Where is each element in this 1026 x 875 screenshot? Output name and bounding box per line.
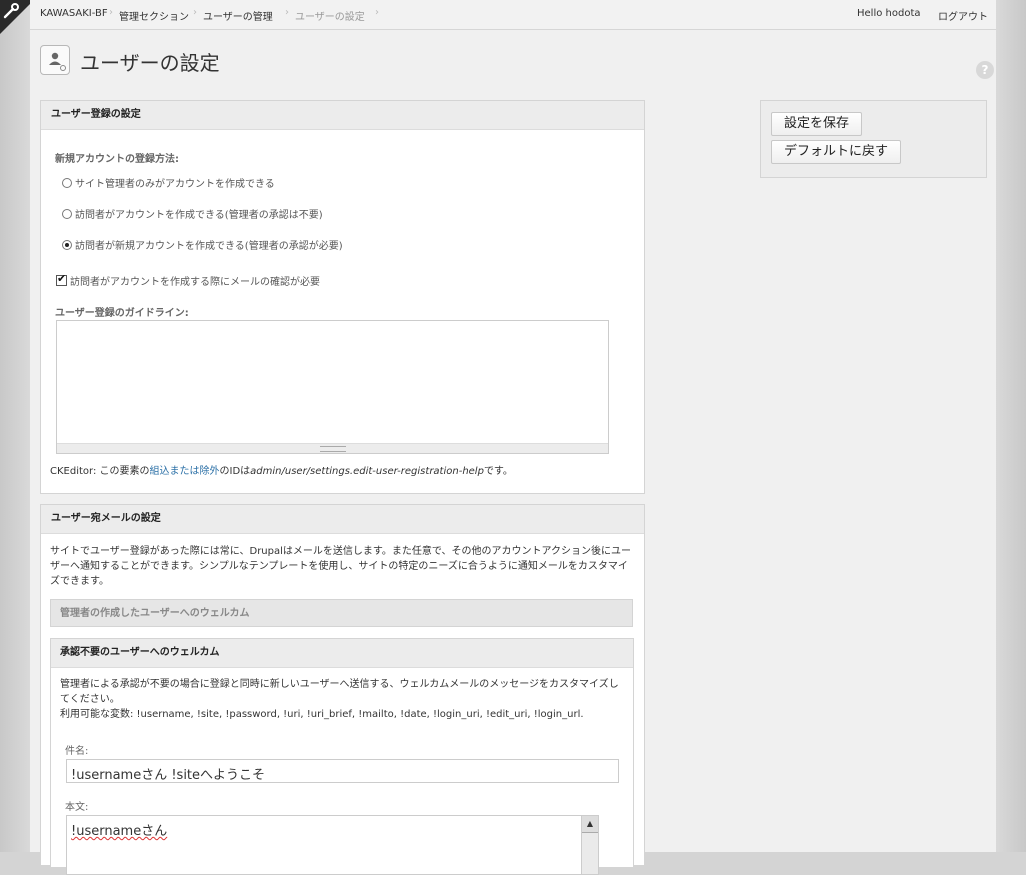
email-settings-panel: ユーザー宛メールの設定 サイトでユーザー登録があった際には常に、Drupalはメ…	[40, 504, 645, 875]
actions-box: 設定を保存 デフォルトに戻す	[760, 100, 987, 178]
email-settings-heading: ユーザー宛メールの設定	[41, 505, 644, 534]
ckeditor-note: CKEditor: この要素の組込または除外のIDはadmin/user/set…	[50, 466, 513, 477]
wrench-icon[interactable]	[2, 2, 22, 22]
breadcrumb-current: ユーザーの設定	[295, 12, 365, 23]
help-icon[interactable]: ?	[976, 61, 994, 79]
radio-button[interactable]	[62, 208, 72, 219]
email-settings-description: サイトでユーザー登録があった際には常に、Drupalはメールを送信します。また任…	[50, 546, 632, 587]
registration-method-label: 新規アカウントの登録方法:	[55, 154, 179, 165]
logout-link[interactable]: ログアウト	[938, 8, 988, 23]
registration-settings-panel: ユーザー登録の設定 新規アカウントの登録方法: サイト管理者のみがアカウントを作…	[40, 100, 645, 494]
email-verification-checkbox-row[interactable]: ✔ 訪問者がアカウントを作成する際にメールの確認が必要	[56, 272, 320, 288]
registration-option-no-approval[interactable]: 訪問者がアカウントを作成できる(管理者の承認は不要)	[62, 206, 323, 221]
breadcrumb-separator: ›	[285, 7, 289, 18]
no-approval-welcome-fieldset: 承認不要のユーザーへのウェルカム 管理者による承認が不要の場合に登録と同時に新し…	[50, 638, 634, 875]
page-title: ユーザーの設定	[80, 51, 220, 75]
body-label: 本文:	[65, 802, 89, 813]
ckeditor-toggle-link[interactable]: 組込または除外	[150, 466, 220, 477]
body-scrollbar[interactable]: ▲	[581, 816, 598, 874]
breadcrumb-admin-link[interactable]: 管理セクション	[119, 8, 189, 23]
textarea-resize-grip[interactable]	[57, 443, 608, 453]
email-verification-checkbox[interactable]: ✔	[56, 272, 67, 286]
subject-label: 件名:	[65, 746, 89, 757]
email-verification-label: 訪問者がアカウントを作成する際にメールの確認が必要	[70, 277, 320, 288]
admin-created-welcome-fieldset[interactable]: 管理者の作成したユーザーへのウェルカム	[50, 599, 633, 627]
registration-option-admin-only[interactable]: サイト管理者のみがアカウントを作成できる	[62, 175, 275, 190]
registration-option-approval-required[interactable]: 訪問者が新規アカウントを作成できる(管理者の承認が必要)	[62, 237, 343, 252]
breadcrumb-home-link[interactable]: KAWASAKI-BF	[40, 8, 108, 19]
radio-button-selected[interactable]	[62, 239, 72, 250]
radio-label: 訪問者が新規アカウントを作成できる(管理者の承認が必要)	[75, 241, 343, 252]
check-icon: ✔	[57, 272, 67, 285]
breadcrumb-separator: ›	[193, 7, 197, 18]
radio-button[interactable]	[62, 177, 72, 188]
admin-toolbar: KAWASAKI-BF › 管理セクション › ユーザーの管理 › ユーザーの設…	[30, 0, 996, 30]
page-content: ユーザーの設定 ? ユーザー登録の設定 新規アカウントの登録方法: サイト管理者…	[30, 30, 996, 875]
radio-label: 訪問者がアカウントを作成できる(管理者の承認は不要)	[75, 210, 323, 221]
breadcrumb-separator: ›	[109, 7, 113, 18]
radio-label: サイト管理者のみがアカウントを作成できる	[75, 179, 275, 190]
user-icon	[40, 45, 70, 75]
registration-guideline-textarea[interactable]	[56, 320, 609, 454]
body-textarea[interactable]: !usernameさん ▲	[66, 815, 599, 875]
registration-settings-heading: ユーザー登録の設定	[41, 101, 644, 130]
scroll-up-icon[interactable]: ▲	[582, 816, 598, 833]
breadcrumb-user-admin-link[interactable]: ユーザーの管理	[203, 8, 273, 23]
subject-input[interactable]: !usernameさん !siteへようこそ	[66, 759, 619, 783]
no-approval-description: 管理者による承認が不要の場合に登録と同時に新しいユーザーへ送信する、ウェルカムメ…	[60, 679, 619, 705]
reset-button[interactable]: デフォルトに戻す	[771, 140, 902, 164]
body-text: !usernameさん	[71, 824, 168, 839]
user-greeting-link[interactable]: Hello hodota	[857, 8, 921, 19]
registration-guideline-label: ユーザー登録のガイドライン:	[55, 308, 189, 319]
available-variables: 利用可能な変数: !username, !site, !password, !u…	[60, 709, 584, 720]
save-button[interactable]: 設定を保存	[771, 112, 863, 136]
breadcrumb-separator: ›	[375, 7, 379, 18]
no-approval-welcome-heading[interactable]: 承認不要のユーザーへのウェルカム	[51, 639, 633, 668]
